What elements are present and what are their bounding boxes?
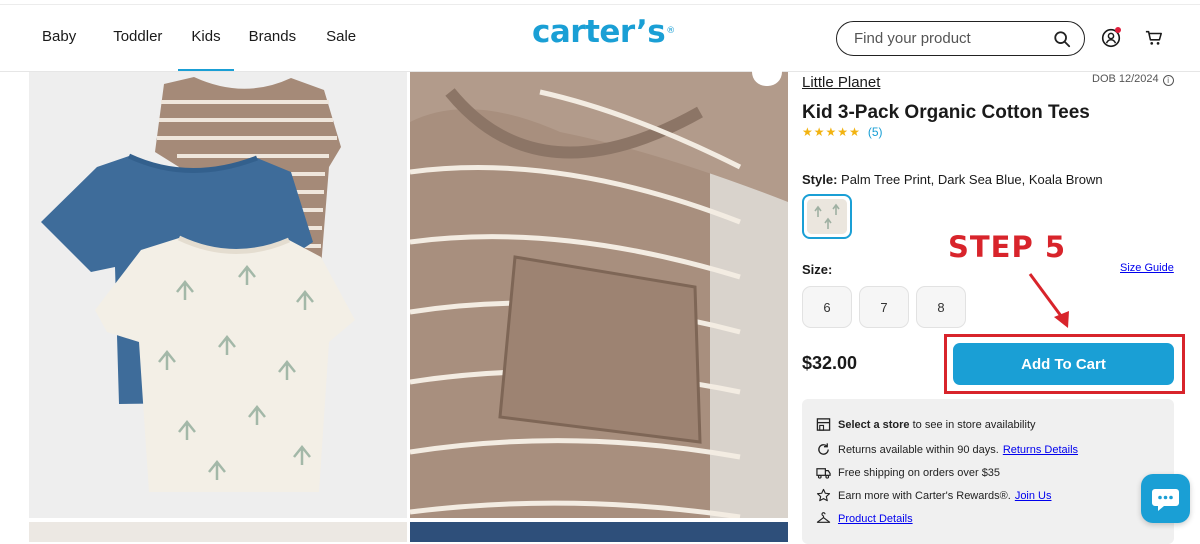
- review-count[interactable]: (5): [868, 125, 883, 139]
- logo-registered-mark: ®: [666, 26, 675, 36]
- search-box: [836, 21, 1085, 56]
- rewards-row: Earn more with Carter's Rewards®. Join Us: [816, 488, 1052, 503]
- truck-icon: [816, 468, 831, 479]
- product-image-three-tees[interactable]: [29, 72, 407, 518]
- product-gallery: [0, 62, 790, 542]
- style-row: Style: Palm Tree Print, Dark Sea Blue, K…: [802, 172, 1103, 187]
- chat-icon: [1152, 489, 1179, 511]
- nav-item-toddler[interactable]: Toddler: [113, 28, 162, 71]
- annotation-arrow-icon: [1028, 273, 1069, 328]
- star-icon: ★: [802, 125, 813, 139]
- account-icon[interactable]: [1101, 27, 1121, 48]
- size-option-8[interactable]: 8: [916, 286, 966, 328]
- returns-text: Returns available within 90 days.: [838, 443, 999, 456]
- product-details-link[interactable]: Product Details: [838, 513, 913, 525]
- store-icon: [816, 418, 831, 431]
- header-divider: [0, 4, 1200, 5]
- rewards-text: Earn more with Carter's Rewards®.: [838, 489, 1011, 502]
- chat-button[interactable]: [1141, 474, 1190, 523]
- style-label: Style:: [802, 172, 838, 187]
- hanger-icon: [816, 512, 831, 523]
- step-annotation: STEP 5: [948, 230, 1067, 264]
- size-guide-link[interactable]: Size Guide: [1120, 262, 1174, 274]
- product-image-fabric-closeup[interactable]: [410, 72, 788, 518]
- swatch-image: [807, 199, 847, 234]
- star-icon: ★: [837, 125, 849, 139]
- fulfillment-info-box: Select a store to see in store availabil…: [802, 399, 1174, 544]
- style-swatch[interactable]: [802, 194, 852, 239]
- join-us-link[interactable]: Join Us: [1015, 490, 1052, 502]
- size-option-6[interactable]: 6: [802, 286, 852, 328]
- dob-label: DOB 12/2024 i: [1092, 73, 1174, 86]
- size-label: Size:: [802, 262, 833, 277]
- search-input[interactable]: [854, 30, 1044, 47]
- dob-text: DOB 12/2024: [1092, 73, 1159, 85]
- logo-text: carter’s: [532, 14, 666, 50]
- select-store-link[interactable]: Select a store: [838, 419, 910, 431]
- cart-icon[interactable]: [1145, 29, 1163, 47]
- product-details-row: Product Details: [816, 511, 913, 526]
- product-price: $32.00: [802, 353, 858, 373]
- shipping-text: Free shipping on orders over $35: [838, 466, 1001, 479]
- site-header: Baby Toddler Kids Brands Sale carter’s®: [0, 0, 1200, 72]
- notification-dot: [1115, 27, 1121, 33]
- nav-item-kids[interactable]: Kids: [178, 28, 234, 71]
- shipping-row: Free shipping on orders over $35: [816, 465, 1000, 480]
- returns-icon: [818, 443, 829, 455]
- brand-link[interactable]: Little Planet: [802, 74, 880, 91]
- size-option-7[interactable]: 7: [859, 286, 909, 328]
- info-icon[interactable]: i: [1162, 75, 1174, 86]
- nav-item-sale[interactable]: Sale: [326, 28, 356, 71]
- store-availability-row[interactable]: Select a store to see in store availabil…: [816, 417, 1036, 432]
- nav-item-baby[interactable]: Baby: [42, 28, 76, 71]
- product-image-thumb-4[interactable]: [410, 522, 788, 542]
- nav-item-brands[interactable]: Brands: [249, 28, 297, 71]
- returns-details-link[interactable]: Returns Details: [1003, 444, 1078, 456]
- star-icon: ★: [813, 125, 825, 139]
- star-outline-icon: [816, 488, 831, 502]
- carters-logo[interactable]: carter’s®: [532, 14, 675, 50]
- main-nav: Baby Toddler Kids Brands Sale: [42, 28, 356, 71]
- add-to-cart-button[interactable]: Add To Cart: [953, 343, 1174, 385]
- returns-row: Returns available within 90 days. Returns…: [816, 442, 1078, 457]
- product-title: Kid 3-Pack Organic Cotton Tees: [802, 102, 1090, 123]
- product-image-thumb-3[interactable]: [29, 522, 407, 542]
- store-availability-text: to see in store availability: [912, 418, 1036, 431]
- product-rating[interactable]: ★ ★ ★ ★ ★ (5): [802, 125, 883, 139]
- style-value: Palm Tree Print, Dark Sea Blue, Koala Br…: [841, 172, 1103, 187]
- star-icon: ★: [849, 125, 860, 139]
- star-icon: ★: [825, 125, 837, 139]
- search-icon[interactable]: [1053, 30, 1071, 48]
